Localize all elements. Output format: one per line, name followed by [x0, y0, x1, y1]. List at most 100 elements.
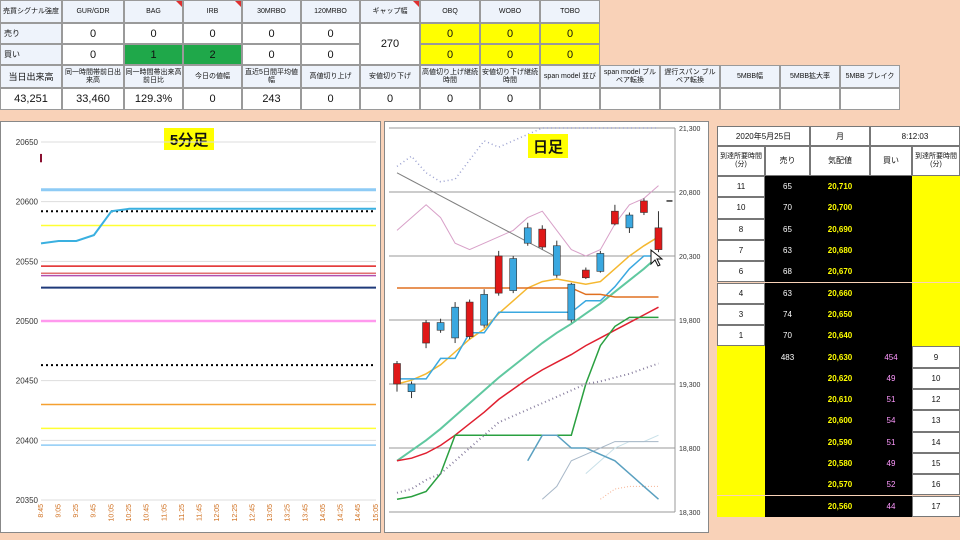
ask-time-cell: 8: [717, 218, 765, 240]
sell-irb: 0: [183, 23, 242, 44]
ask-time-cell: 7: [717, 239, 765, 262]
ask-buy-cell: [870, 239, 912, 262]
daily-y-tick: 20,800: [679, 190, 701, 197]
chart5-x-tick: 11:45: [197, 504, 204, 521]
header-irb: IRB: [183, 0, 242, 23]
chart5-x-tick: 12:05: [214, 504, 221, 522]
board-header-sell: 売り: [765, 146, 810, 176]
buy-30mrbo: 0: [242, 44, 301, 65]
header-volume-today: 当日出来高: [0, 65, 62, 88]
daily-indicator-line: [396, 316, 659, 500]
board-date: 2020年5月25日: [717, 126, 810, 146]
sell-gur-gdr: 0: [62, 23, 124, 44]
chart5-y-tick: 20400: [16, 436, 39, 445]
ask-buy-cell: [870, 218, 912, 240]
chart5-x-tick: 9:25: [73, 504, 80, 518]
daily-indicator-line: [396, 236, 659, 385]
daily-indicator-line: [396, 362, 659, 494]
bid-buy-cell: 52: [870, 474, 912, 496]
ask-time-cell: 6: [717, 261, 765, 283]
ask-time-cell: 4: [717, 282, 765, 304]
bid-sell-cell: [765, 452, 810, 475]
value-lower-low: 0: [360, 88, 420, 110]
chart5-x-tick: 8:45: [38, 504, 45, 518]
header-higher-high-duration: 高値切り上げ継続時間: [420, 65, 480, 88]
ask-empty-cell: [912, 239, 960, 262]
header-higher-high: 高値切り上げ: [301, 65, 360, 88]
ask-price-cell: 20,660: [810, 282, 870, 304]
board-header-bid-time: 到達所要時間(分): [912, 146, 960, 176]
daily-candle-body: [494, 255, 503, 294]
daily-candle-body: [567, 283, 576, 321]
bid-time-cell: 12: [912, 389, 960, 411]
daily-y-tick: 18,800: [679, 446, 701, 453]
board-time: 8:12:03: [870, 126, 960, 146]
bid-time-cell: 14: [912, 431, 960, 453]
daily-candle-body: [596, 253, 605, 272]
ask-buy-cell: [870, 261, 912, 283]
chart5-y-tick: 20600: [16, 198, 39, 207]
ask-empty-cell: [912, 261, 960, 283]
value-range-today: 0: [183, 88, 242, 110]
ask-empty-cell: [912, 303, 960, 326]
header-range-today: 今日の値幅: [183, 65, 242, 88]
sell-bag: 0: [124, 23, 183, 44]
daily-chart: 日足 21,300 20,800 20,300 19,800 19,300 18,800 1…: [389, 126, 701, 517]
daily-y-tick: 19,800: [679, 318, 701, 325]
header-gur-gdr: GUR/GDR: [62, 0, 124, 23]
daily-y-tick: 18,300: [679, 510, 701, 517]
bid-time-cell: 16: [912, 474, 960, 496]
bid-empty-cell: [717, 346, 765, 368]
chart5-y-tick: 20350: [16, 496, 39, 505]
daily-candle-body: [422, 322, 430, 344]
buy-120mrbo: 0: [301, 44, 360, 65]
chart5-x-tick: 14:25: [338, 504, 345, 522]
bid-price-cell: 20,630: [810, 346, 870, 368]
ask-sell-cell: 65: [765, 218, 810, 240]
chart5-x-tick: 11:05: [161, 504, 168, 521]
daily-candle-body: [538, 228, 547, 248]
daily-candle-body: [509, 258, 518, 291]
header-volume-ratio: 同一時間帯出来高前日比: [124, 65, 183, 88]
chart5-y-tick: 20550: [16, 257, 39, 266]
buy-obq: 0: [420, 44, 480, 65]
daily-candle-body: [465, 301, 474, 337]
value-lower-low-duration: 0: [480, 88, 540, 110]
daily-chart-title: 日足: [533, 139, 564, 156]
value-volume-ratio: 129.3%: [124, 88, 183, 110]
order-board: 2020年5月25日 月 8:12:03 到達所要時間(分) 売り 気配値 買い…: [717, 126, 960, 520]
bid-buy-cell: 54: [870, 410, 912, 432]
board-header-buy: 買い: [870, 146, 912, 176]
ask-sell-cell: 70: [765, 197, 810, 219]
buy-bag: 1: [124, 44, 183, 65]
ask-empty-cell: [912, 197, 960, 219]
chart5-x-tick: 13:45: [302, 504, 309, 522]
ask-price-cell: 20,690: [810, 218, 870, 240]
header-span-bullbear: span model ブルベア転換: [600, 65, 660, 88]
sell-30mrbo: 0: [242, 23, 301, 44]
bid-time-cell: 17: [912, 495, 960, 517]
ask-sell-cell: 74: [765, 303, 810, 326]
bid-time-cell: 10: [912, 367, 960, 389]
daily-candle-body: [625, 214, 634, 229]
chart5-x-tick: 10:25: [126, 504, 133, 522]
bid-buy-cell: 51: [870, 389, 912, 411]
bid-price-cell: 20,580: [810, 452, 870, 475]
header-range-avg: 直近5日間平均値幅: [242, 65, 301, 88]
header-span-order: span model 並び: [540, 65, 600, 88]
bid-buy-cell: 44: [870, 495, 912, 517]
chart5-x-tick: 9:45: [91, 504, 98, 518]
sell-wobo: 0: [480, 23, 540, 44]
value-higher-high: 0: [301, 88, 360, 110]
daily-candle-body: [393, 363, 401, 385]
daily-candle-body: [451, 306, 459, 339]
daily-candle-body: [640, 200, 648, 213]
header-30mrbo: 30MRBO: [242, 0, 301, 23]
ask-sell-cell: 63: [765, 239, 810, 262]
chart5-y-tick: 20450: [16, 377, 39, 386]
bid-sell-cell: [765, 389, 810, 411]
bid-buy-cell: 49: [870, 367, 912, 389]
daily-candle-body: [436, 322, 445, 331]
chart5-x-tick: 10:45: [144, 504, 151, 522]
ask-sell-cell: 65: [765, 176, 810, 198]
